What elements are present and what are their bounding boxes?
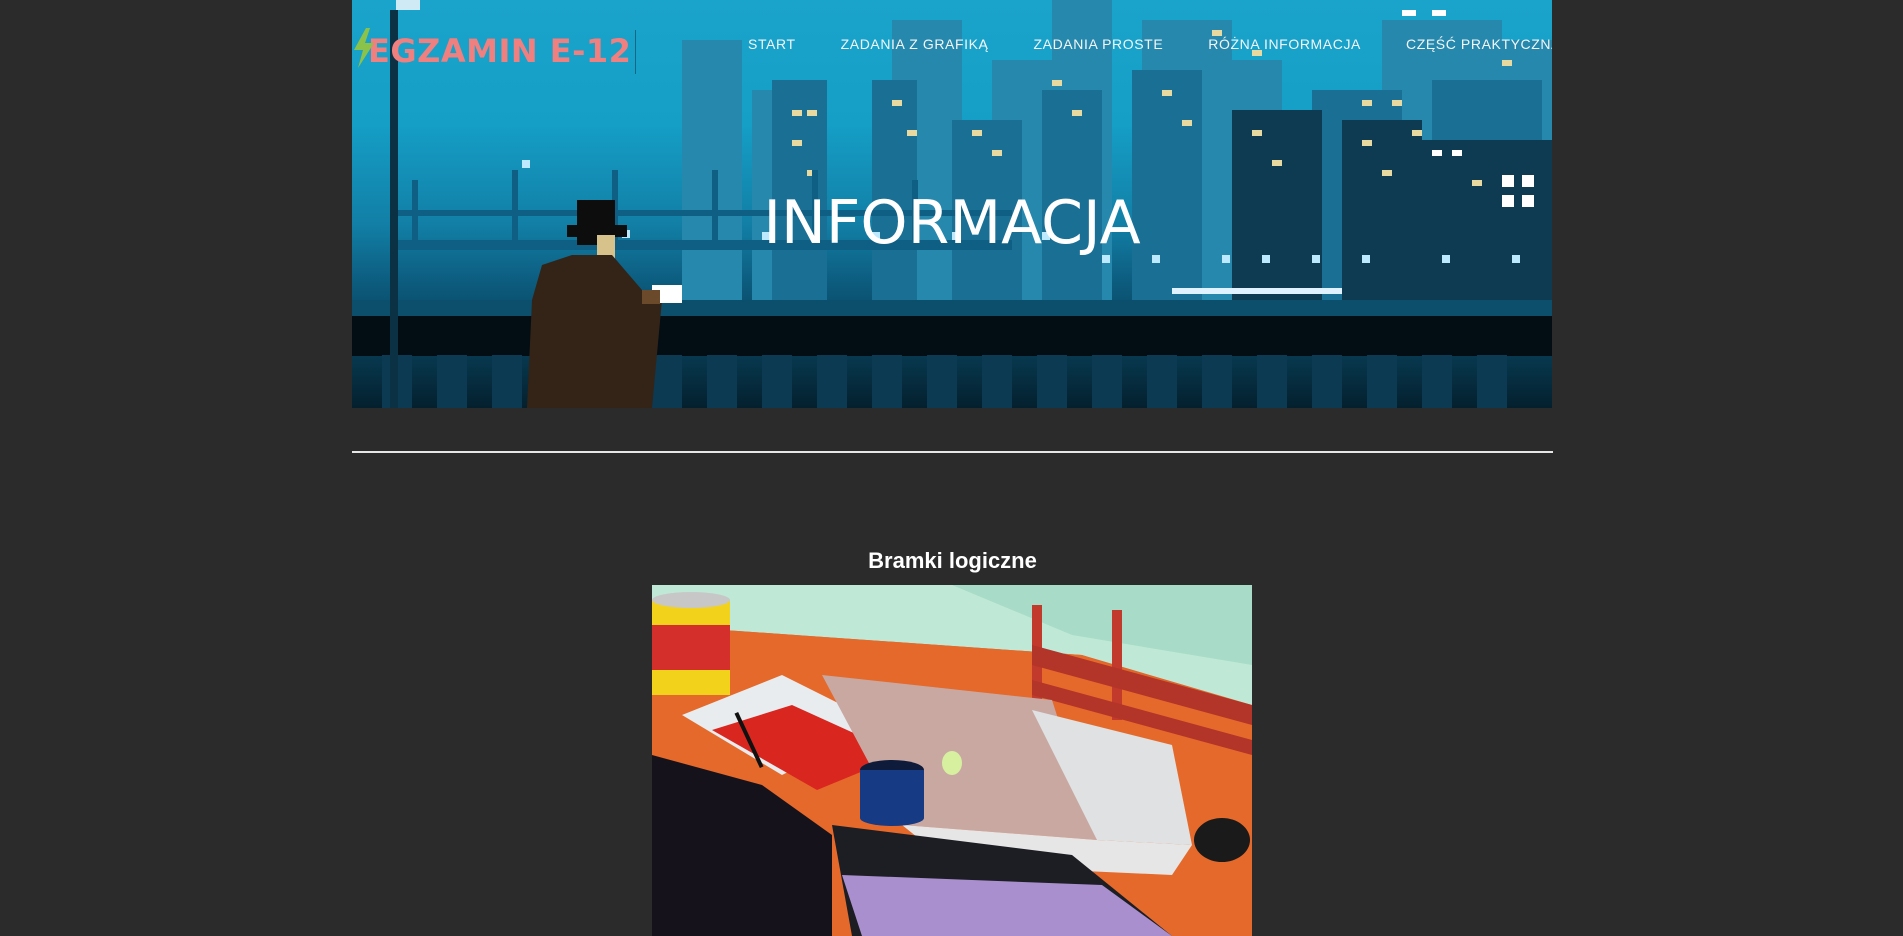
page: EGZAMIN E-12 START ZADANIA Z GRAFIKĄ ZAD… <box>352 0 1553 936</box>
logo-divider <box>635 30 636 74</box>
nav-item-zadania-proste[interactable]: ZADANIA PROSTE <box>1034 36 1164 52</box>
desk-illustration <box>652 585 1252 936</box>
main-nav: START ZADANIA Z GRAFIKĄ ZADANIA PROSTE R… <box>748 36 1552 52</box>
nav-item-start[interactable]: START <box>748 36 796 52</box>
hero-banner: EGZAMIN E-12 START ZADANIA Z GRAFIKĄ ZAD… <box>352 0 1552 408</box>
nav-item-rozna-informacja[interactable]: RÓŻNA INFORMACJA <box>1208 36 1361 52</box>
logo-text: EGZAMIN E-12 <box>368 31 632 70</box>
section-title: Bramki logiczne <box>868 548 1037 574</box>
section-image <box>652 585 1252 936</box>
lightning-bolt-icon <box>354 28 374 68</box>
nav-item-zadania-z-grafika[interactable]: ZADANIA Z GRAFIKĄ <box>841 36 989 52</box>
section-divider <box>352 451 1553 453</box>
site-logo[interactable]: EGZAMIN E-12 <box>352 28 631 73</box>
nav-item-czesc-praktyczna[interactable]: CZĘŚĆ PRAKTYCZNA <box>1406 36 1552 52</box>
hero-title: INFORMACJA <box>763 188 1141 259</box>
